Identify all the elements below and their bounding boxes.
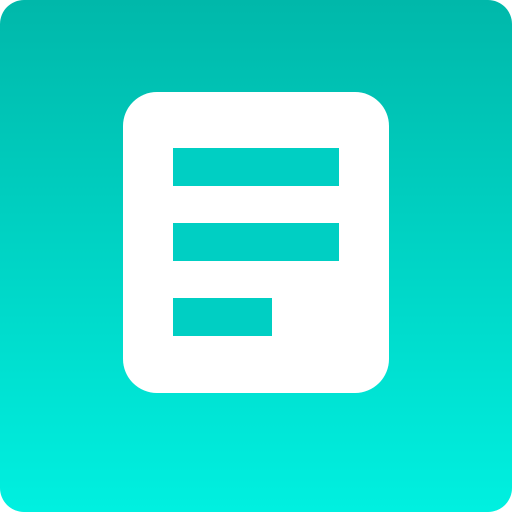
document-line-2 [173, 223, 339, 261]
document-icon [123, 92, 389, 393]
document-line-3 [173, 298, 272, 336]
app-icon[interactable] [0, 0, 512, 512]
document-line-1 [173, 148, 339, 186]
